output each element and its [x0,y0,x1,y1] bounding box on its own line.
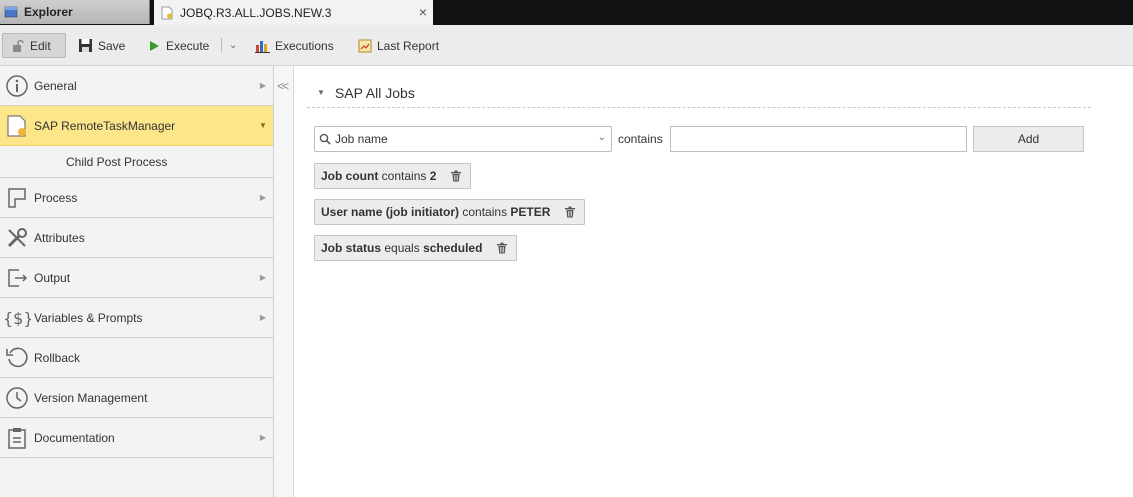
clock-icon [0,378,34,418]
sidebar: General ▶ SAP RemoteTaskManager ▼ Child … [0,66,274,497]
chevron-down-icon: ⌄ [229,40,238,51]
sidebar-collapse-splitter[interactable]: << [274,66,294,497]
explorer-icon [4,5,18,19]
execute-label: Execute [166,38,210,53]
sidebar-item-label: SAP RemoteTaskManager [34,118,176,133]
add-criterion-button[interactable]: Add [973,126,1084,152]
play-icon [150,40,159,51]
chevron-right-icon: ▶ [259,433,267,442]
criterion-field: Job status [321,241,382,255]
toolbar: Edit Save Execute ⌄ Executions Last Repo… [0,25,1133,66]
tab-job-label: JOBQ.R3.ALL.JOBS.NEW.3 [180,5,332,20]
edit-button[interactable]: Edit [2,33,66,58]
sidebar-item-rollback[interactable]: Rollback [0,338,273,378]
section-title: SAP All Jobs [334,84,415,101]
sidebar-item-label: Version Management [34,390,148,405]
sidebar-subitem-child-post-process[interactable]: Child Post Process [0,146,273,178]
criterion-operator: contains [381,169,427,183]
last-report-label: Last Report [377,38,440,53]
bar-chart-icon [255,40,270,53]
search-icon [319,133,331,145]
sidebar-item-attributes[interactable]: Attributes [0,218,273,258]
clipboard-icon [0,418,34,458]
criterion-field: User name (job initiator) [321,205,460,219]
variables-icon: {$} [0,298,34,338]
sidebar-item-label: Rollback [34,350,81,365]
filter-field-value: Job name [335,132,388,146]
criterion-operator: equals [384,241,420,255]
last-report-button[interactable]: Last Report [354,33,443,58]
sidebar-item-label: Variables & Prompts [34,310,143,325]
sidebar-item-process[interactable]: Process ▶ [0,178,273,218]
chevron-down-icon: ▼ [259,121,267,130]
close-icon[interactable]: × [419,4,427,20]
sidebar-item-documentation[interactable]: Documentation ▶ [0,418,273,458]
document-icon [0,106,34,146]
criterion-chip: Job count contains 2 [314,163,472,189]
process-icon [0,178,34,218]
chevron-right-icon: ▶ [259,81,267,90]
info-icon [0,66,34,106]
sidebar-item-label: Attributes [34,230,85,245]
chevron-right-icon: ▶ [259,313,267,322]
report-icon [358,39,372,52]
trash-icon[interactable] [564,206,576,218]
svg-text:{$}: {$} [3,309,31,328]
unlock-icon [13,39,24,52]
edit-label: Edit [30,38,51,53]
criterion-value: PETER [510,205,551,219]
filter-field-select[interactable]: Job name ⌄ [314,126,612,152]
tab-bar: Explorer JOBQ.R3.ALL.JOBS.NEW.3 × [0,0,1133,25]
tab-explorer[interactable]: Explorer [0,0,150,24]
job-document-icon [160,6,174,20]
filter-value-input[interactable] [670,126,967,152]
toolbar-separator [221,38,222,52]
collapse-left-icon[interactable]: << [277,79,289,93]
criterion-operator: contains [462,205,508,219]
criterion-field: Job count [321,169,379,183]
sidebar-item-sap-remotetaskmanager[interactable]: SAP RemoteTaskManager ▼ [0,106,273,146]
execute-button[interactable]: Execute [143,33,213,58]
save-button[interactable]: Save [74,33,129,58]
sidebar-item-version-management[interactable]: Version Management [0,378,273,418]
filter-operator-label: contains [618,132,663,146]
sidebar-item-label: Documentation [34,430,115,445]
criterion-chip: Job status equals scheduled [314,235,518,261]
trash-icon[interactable] [450,170,462,182]
executions-button[interactable]: Executions [251,33,338,58]
output-icon [0,258,34,298]
main-panel: ▼ SAP All Jobs Job name ⌄ contains Add J… [295,66,1133,497]
criterion-value: scheduled [423,241,483,255]
wrench-icon [0,218,34,258]
tab-explorer-label: Explorer [24,5,73,19]
section-header[interactable]: ▼ SAP All Jobs [307,78,1091,108]
chevron-down-icon[interactable]: ⌄ [598,132,606,143]
chevron-right-icon: ▶ [259,193,267,202]
sidebar-item-label: General [34,78,77,93]
sidebar-item-variables-prompts[interactable]: {$} Variables & Prompts ▶ [0,298,273,338]
executions-label: Executions [275,38,334,53]
save-label: Save [98,38,126,53]
rollback-icon [0,338,34,378]
execute-dropdown-button[interactable]: ⌄ [225,33,241,58]
sidebar-item-general[interactable]: General ▶ [0,66,273,106]
tab-job-definition[interactable]: JOBQ.R3.ALL.JOBS.NEW.3 × [154,0,433,25]
criterion-chip: User name (job initiator) contains PETER [314,199,586,225]
save-icon [79,39,92,52]
sidebar-item-label: Child Post Process [66,154,168,169]
criterion-value: 2 [429,169,437,183]
trash-icon[interactable] [496,242,508,254]
sidebar-item-output[interactable]: Output ▶ [0,258,273,298]
sidebar-item-label: Process [34,190,78,205]
chevron-right-icon: ▶ [259,273,267,282]
collapse-triangle-icon[interactable]: ▼ [317,88,325,97]
sidebar-item-label: Output [34,270,71,285]
